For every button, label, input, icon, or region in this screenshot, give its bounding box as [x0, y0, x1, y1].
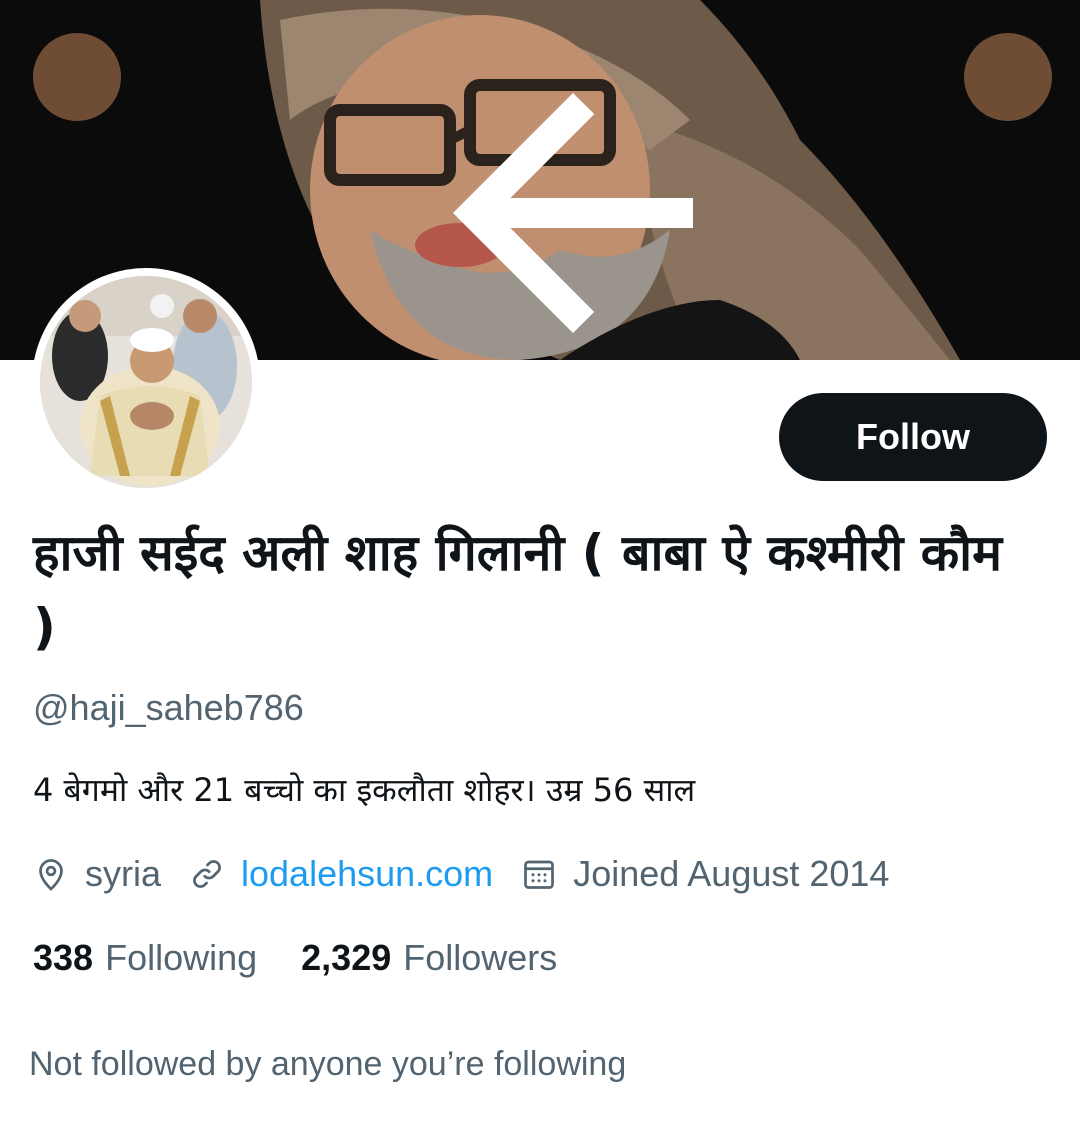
following-stat[interactable]: 338 Following: [33, 934, 257, 982]
following-label: Following: [105, 937, 258, 978]
location-item: syria: [33, 853, 161, 895]
display-name: हाजी सईद अली शाह गिलानी ( बाबा ऐ कश्मीरी…: [33, 524, 1002, 656]
link-icon: [193, 860, 221, 888]
followers-label: Followers: [403, 937, 558, 978]
profile-bio: 4 बेगमो और 21 बच्चो का इकलौता शोहर। उम्र…: [33, 771, 696, 809]
website-link[interactable]: lodalehsun.com: [241, 853, 493, 895]
follow-stats: 338 Following 2,329 Followers: [33, 934, 601, 982]
more-options-button[interactable]: [964, 33, 1052, 121]
profile-meta: syria lodalehsun.com Joined August 2014: [33, 850, 917, 898]
joined-item: Joined August 2014: [521, 853, 889, 895]
calendar-icon: [524, 860, 555, 889]
more-vertical-icon: [964, 33, 1080, 360]
username-handle: @haji_saheb786: [33, 687, 304, 728]
avatar-image: [40, 276, 252, 488]
back-button[interactable]: [33, 33, 693, 333]
followers-stat[interactable]: 2,329 Followers: [301, 934, 557, 982]
followers-count: 2,329: [301, 937, 392, 978]
avatar[interactable]: [32, 268, 260, 496]
website-item[interactable]: lodalehsun.com: [189, 853, 493, 895]
location-pin-icon: [39, 859, 63, 891]
following-count: 338: [33, 937, 94, 978]
followed-by-text: Not followed by anyone you’re following: [29, 1045, 627, 1083]
follow-button[interactable]: Follow: [779, 393, 1047, 481]
location-text: syria: [85, 853, 162, 894]
joined-date: Joined August 2014: [573, 853, 890, 894]
